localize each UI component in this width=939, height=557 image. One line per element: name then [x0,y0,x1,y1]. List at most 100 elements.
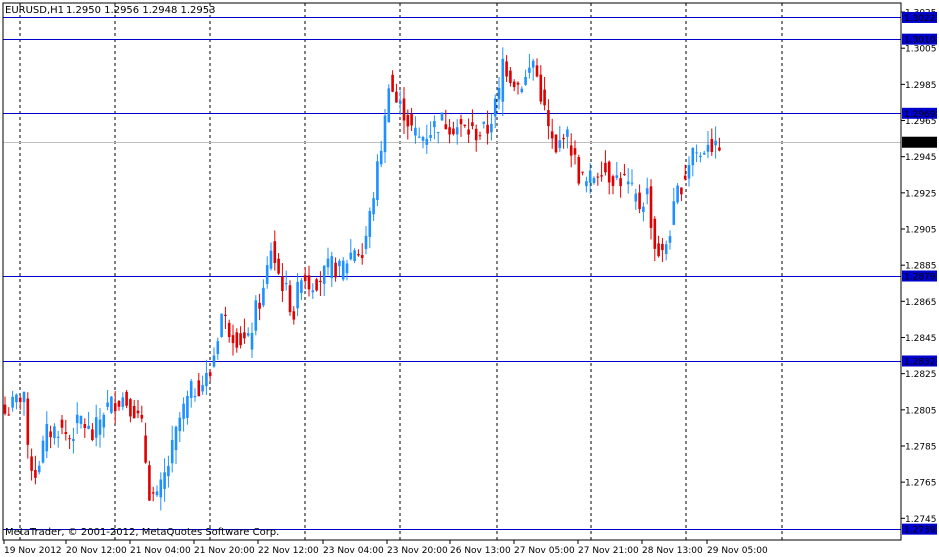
candle-body [493,98,497,117]
candle-body [436,132,440,134]
candle-body [322,265,326,284]
candle-body [189,381,193,398]
candle-body [695,152,698,154]
candle-body [429,135,432,138]
candle [341,257,345,282]
candle-body [315,279,318,291]
candle-body [341,260,345,280]
candle-body [41,440,45,463]
candle-body [440,112,444,121]
x-tick-label: 21 Nov 20:00 [194,546,255,556]
candle-body [102,414,106,428]
candle-body [680,187,683,195]
y-tick-label: 1.2765 [905,479,937,489]
candle-body [630,182,634,184]
level-price-label-text: 1.2739 [904,526,936,536]
candle-body [235,332,239,348]
candle-body [615,175,619,178]
y-axis-ticks: 1.30251.30051.29851.29651.29451.29251.29… [901,9,937,525]
candle-body [288,285,292,313]
candle-body [330,256,334,279]
candle-body [718,147,721,151]
candle-body [531,60,535,68]
candle-body [220,313,223,337]
candle-body [22,392,26,403]
candle [148,460,151,501]
candle-body [250,332,254,350]
candle-body [7,414,11,416]
candle-body [706,144,710,152]
candle-body [30,456,33,471]
candle-body [60,419,64,428]
candle-body [657,243,660,257]
candle-body [121,397,125,407]
candle-body [239,333,242,346]
candle-body [474,128,478,141]
candle-body [414,127,417,136]
y-tick-label: 1.2845 [905,334,937,344]
candle-body [277,258,280,274]
candle-body [205,372,208,387]
candle-body [379,150,383,165]
candle-body [231,335,235,344]
level-price-label-text: 1.2969 [904,110,936,120]
candle-body [649,186,653,228]
candle-body [421,137,425,141]
candle-body [417,136,421,138]
candle-body [611,176,615,186]
level-price-label-text: 1.2832 [904,358,936,368]
candle-body [383,115,387,153]
candle-body [448,127,451,135]
candle-body [281,276,284,292]
candle-body [208,372,212,376]
candle-body [683,175,687,180]
x-tick-label: 23 Nov 04:00 [323,546,384,556]
y-tick-label: 1.2865 [905,298,937,308]
candle-body [178,417,182,432]
chart-header-ohlc: 1.2950 1.2956 1.2948 1.2953 [66,5,216,16]
candle-body [588,170,592,183]
candle [376,154,379,207]
candle-body [94,417,98,438]
candle-body [524,76,527,85]
candle-body [246,333,250,336]
price-chart[interactable]: 1.30251.30051.29851.29651.29451.29251.29… [0,0,939,557]
candle-body [372,198,375,215]
candle-body [512,81,516,88]
candle-body [132,405,136,419]
candle-body [592,178,596,184]
candle-body [45,424,49,452]
candle-body [258,302,261,309]
candle-body [174,426,178,451]
candle-body [463,124,467,126]
candle-body [159,479,163,498]
candle-body [170,439,174,464]
candle-body [193,395,197,398]
y-tick-label: 1.2885 [905,262,937,272]
candle-body [300,280,303,293]
candle-body [402,98,406,121]
candle-body [699,155,702,157]
chart-background [0,0,939,557]
candle-body [243,332,246,339]
x-tick-label: 27 Nov 05:00 [514,546,575,556]
candle [353,248,356,264]
level-price-label-text: 1.3010 [904,36,936,46]
candle-body [406,115,410,127]
candle-body [535,65,539,77]
candle-body [387,88,391,123]
candle-body [167,465,170,477]
candle-body [626,181,630,185]
candle [577,154,581,186]
candle-body [75,414,79,424]
candle-body [224,314,227,316]
candle-body [623,173,626,175]
candle-body [653,218,657,249]
x-tick-label: 22 Nov 12:00 [258,546,319,556]
candle [254,295,258,336]
candle-body [83,424,87,428]
candle-body [319,280,322,283]
chart-copyright: MetaTrader, © 2001-2012, MetaQuotes Soft… [5,527,279,538]
x-tick-label: 27 Nov 21:00 [578,546,639,556]
level-price-label: 1.2969 [902,107,937,120]
